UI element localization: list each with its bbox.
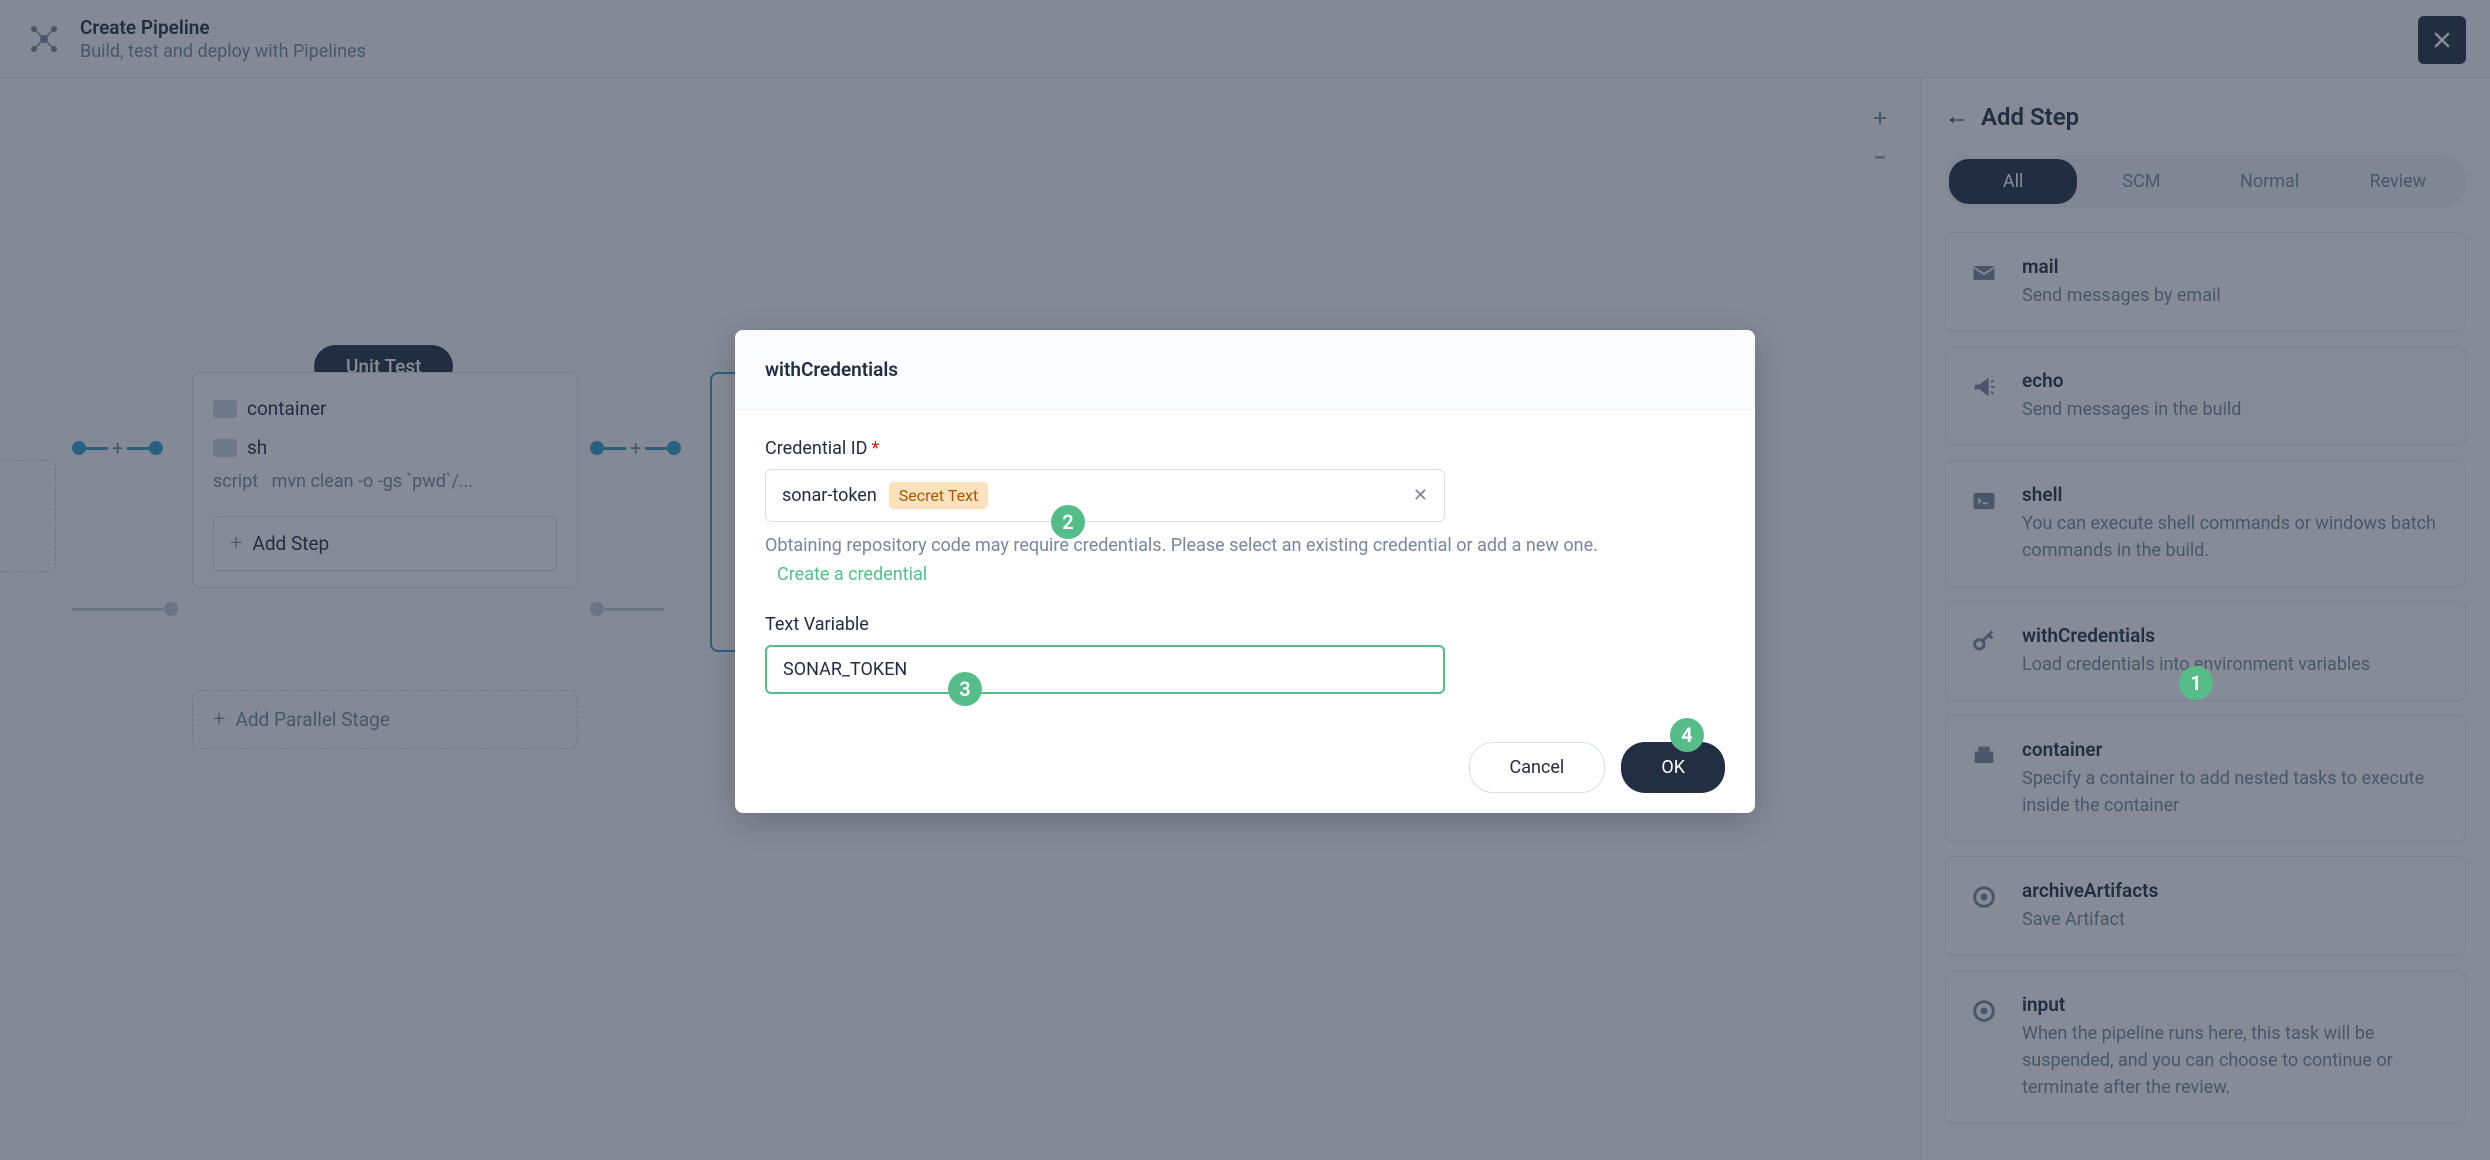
create-credential-link[interactable]: Create a credential <box>777 564 927 585</box>
annotation-4: 4 <box>1670 718 1704 752</box>
annotation-2: 2 <box>1051 505 1085 539</box>
credential-id-label: Credential ID* <box>765 438 1725 459</box>
credential-id-select[interactable]: sonar-token Secret Text ✕ <box>765 469 1445 522</box>
clear-credential-button[interactable]: ✕ <box>1413 485 1428 506</box>
credential-type-badge: Secret Text <box>889 482 988 509</box>
modal-title: withCredentials <box>735 330 1755 410</box>
annotation-1: 1 <box>2179 666 2213 700</box>
annotation-3: 3 <box>948 672 982 706</box>
text-variable-label: Text Variable <box>765 614 1725 635</box>
with-credentials-modal: withCredentials Credential ID* sonar-tok… <box>735 330 1755 813</box>
text-variable-input[interactable] <box>765 645 1445 694</box>
ok-button[interactable]: OK <box>1621 742 1725 793</box>
credential-value: sonar-token <box>782 485 877 506</box>
modal-overlay: withCredentials Credential ID* sonar-tok… <box>0 0 2490 1160</box>
cancel-button[interactable]: Cancel <box>1469 742 1606 793</box>
credential-help-text: Obtaining repository code may require cr… <box>765 532 1605 590</box>
